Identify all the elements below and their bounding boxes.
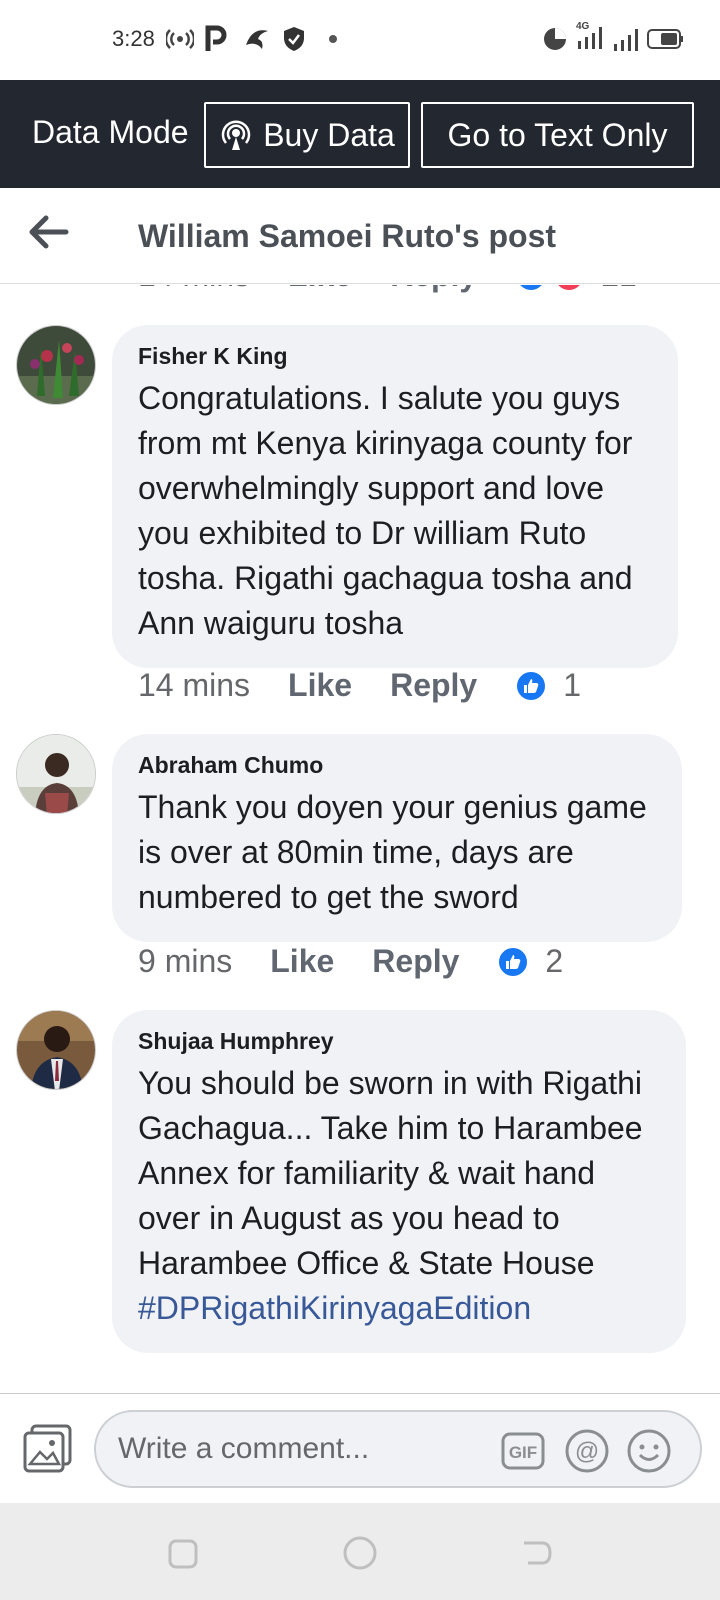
comment-input[interactable]: Write a comment... GIF @ bbox=[94, 1410, 702, 1488]
go-to-text-only-label: Go to Text Only bbox=[447, 116, 668, 153]
battery-icon bbox=[646, 24, 684, 54]
gif-label: GIF bbox=[509, 1443, 537, 1462]
data-mode-bar: Data Mode Buy Data Go to Text Only bbox=[0, 80, 720, 188]
avatar-plants-image bbox=[17, 326, 95, 404]
page-title: William Samoei Ruto's post bbox=[138, 218, 557, 254]
status-time: 3:28 bbox=[112, 26, 155, 51]
comment-bubble: Shujaa Humphrey You should be sworn in w… bbox=[112, 1010, 686, 1353]
comments-feed[interactable]: 14 mins Like Reply 21 Fisher K King Cong… bbox=[0, 285, 720, 1393]
comment-actions-row-partial: 14 mins Like Reply 21 bbox=[138, 285, 637, 294]
more-notifications-dot-icon bbox=[328, 24, 338, 54]
hashtag-link[interactable]: #DPRigathiKirinyagaEdition bbox=[138, 1286, 660, 1331]
comment-time: 14 mins bbox=[138, 667, 251, 703]
comment-author[interactable]: Fisher K King bbox=[138, 343, 652, 370]
love-reaction-icon bbox=[553, 285, 586, 292]
reaction-count: 21 bbox=[601, 285, 637, 294]
avatar[interactable] bbox=[16, 734, 96, 814]
reply-button[interactable]: Reply bbox=[390, 667, 477, 704]
go-to-text-only-button[interactable]: Go to Text Only bbox=[421, 102, 694, 168]
avatar[interactable] bbox=[16, 325, 96, 405]
gif-icon[interactable]: GIF bbox=[500, 1428, 546, 1474]
reaction-count[interactable]: 2 bbox=[545, 943, 563, 980]
mention-label: @ bbox=[575, 1438, 599, 1465]
mention-icon[interactable]: @ bbox=[564, 1428, 610, 1474]
signal-4g-icon: 4G bbox=[576, 20, 610, 50]
like-reaction-icon bbox=[497, 945, 530, 978]
comment-author[interactable]: Shujaa Humphrey bbox=[138, 1028, 660, 1055]
avatar-person-image bbox=[17, 735, 95, 813]
like-reaction-icon bbox=[515, 285, 548, 292]
data-mode-label: Data Mode bbox=[32, 114, 189, 150]
like-button[interactable]: Like bbox=[270, 943, 334, 980]
data-saver-icon bbox=[542, 24, 568, 54]
comment-actions-row: 14 mins Like Reply 1 bbox=[138, 667, 581, 704]
comment-bubble: Abraham Chumo Thank you doyen your geniu… bbox=[112, 734, 682, 942]
post-header: William Samoei Ruto's post bbox=[0, 188, 720, 284]
comment-time: 9 mins bbox=[138, 943, 233, 979]
system-navigation-bar bbox=[0, 1503, 720, 1600]
comment-actions-row: 9 mins Like Reply 2 bbox=[138, 943, 563, 980]
hotspot-icon bbox=[166, 24, 194, 54]
comment-bubble: Fisher K King Congratulations. I salute … bbox=[112, 325, 678, 668]
comment-composer: Write a comment... GIF @ bbox=[0, 1393, 720, 1503]
broadcast-icon bbox=[219, 118, 253, 152]
reaction-count[interactable]: 1 bbox=[563, 667, 581, 704]
shield-icon bbox=[282, 24, 306, 54]
comment-time: 14 mins bbox=[138, 285, 250, 294]
buy-data-label: Buy Data bbox=[263, 116, 395, 153]
reply-button[interactable]: Reply bbox=[390, 285, 477, 294]
buy-data-button[interactable]: Buy Data bbox=[204, 102, 410, 168]
comment-placeholder: Write a comment... bbox=[118, 1432, 370, 1465]
network-type-label: 4G bbox=[576, 21, 590, 32]
back-arrow-icon[interactable] bbox=[28, 212, 72, 252]
like-button[interactable]: Like bbox=[288, 285, 352, 294]
reply-button[interactable]: Reply bbox=[372, 943, 459, 980]
like-button[interactable]: Like bbox=[288, 667, 352, 704]
comment-author[interactable]: Abraham Chumo bbox=[138, 752, 656, 779]
like-reaction-icon bbox=[515, 669, 548, 702]
avatar[interactable] bbox=[16, 1010, 96, 1090]
comment-text: You should be sworn in with Rigathi Gach… bbox=[138, 1065, 643, 1281]
app-notification-icon bbox=[242, 24, 270, 54]
photo-icon[interactable] bbox=[22, 1424, 74, 1474]
recent-apps-icon[interactable] bbox=[164, 1533, 204, 1573]
parking-app-icon bbox=[204, 24, 228, 54]
comment-text: Congratulations. I salute you guys from … bbox=[138, 380, 633, 641]
emoji-icon[interactable] bbox=[626, 1428, 672, 1474]
back-nav-icon[interactable] bbox=[516, 1533, 556, 1573]
signal-icon bbox=[612, 24, 642, 54]
comment-text: Thank you doyen your genius game is over… bbox=[138, 789, 647, 915]
avatar-person-suit-image bbox=[17, 1011, 95, 1089]
home-icon[interactable] bbox=[340, 1533, 380, 1573]
status-bar: 3:28 4G bbox=[0, 0, 720, 80]
